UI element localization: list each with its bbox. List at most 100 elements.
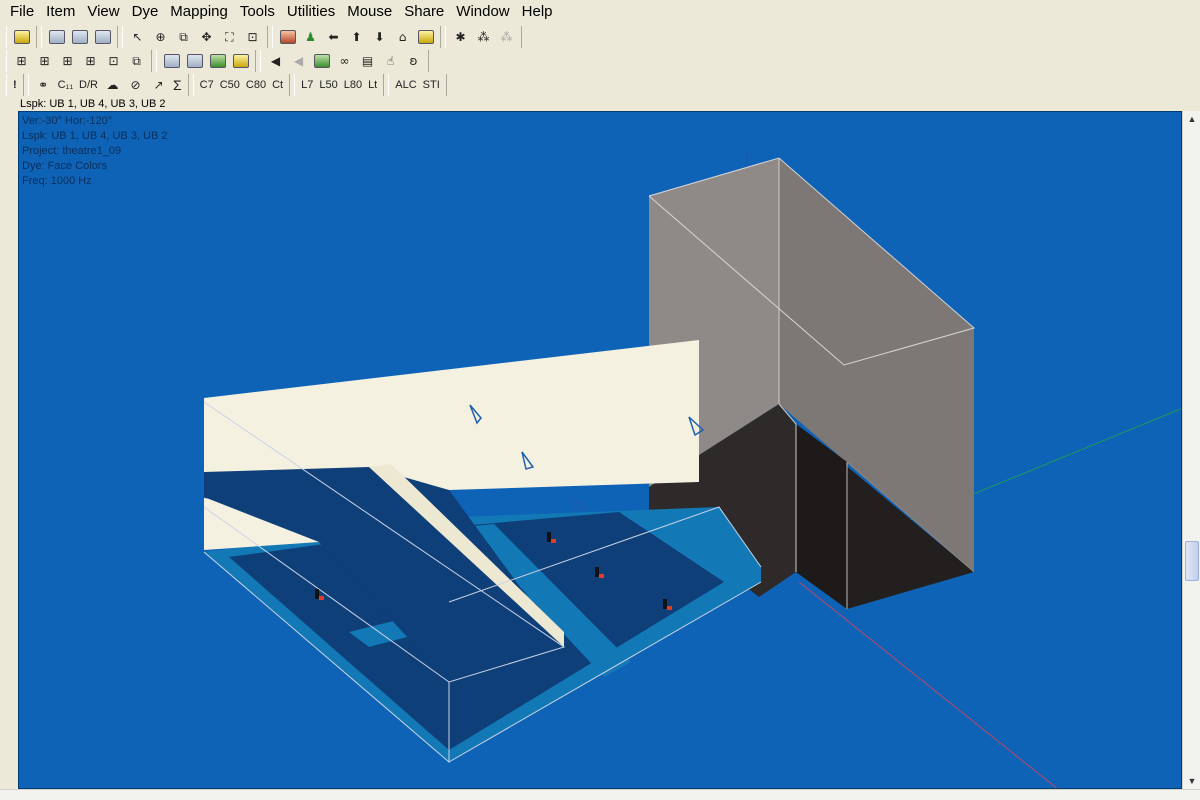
side-wall xyxy=(204,340,699,490)
menu-share[interactable]: Share xyxy=(398,0,450,24)
link-icon[interactable]: ∞ xyxy=(334,51,355,71)
toolbar-group-file xyxy=(6,26,37,48)
vertical-scrollbar[interactable]: ▲ ▼ xyxy=(1182,111,1200,789)
model-canvas[interactable] xyxy=(19,112,1182,789)
toolbar-group-navigate: ↖ ⊕ ⧉ ✥ ⛶ ⊡ xyxy=(122,26,268,48)
menu-utilities[interactable]: Utilities xyxy=(281,0,341,24)
toolbar-group-views: ⊞ ⊞ ⊞ ⊞ ⊡ ⧉ xyxy=(6,50,152,72)
scroll-down-icon[interactable]: ▼ xyxy=(1184,773,1200,789)
menu-tools[interactable]: Tools xyxy=(234,0,281,24)
window-icon[interactable] xyxy=(46,27,67,47)
loudspeaker-list-text: Lspk: UB 1, UB 4, UB 3, UB 2 xyxy=(22,130,168,142)
listener-icon[interactable]: ♟ xyxy=(300,27,321,47)
dye-mode-text: Dye: Face Colors xyxy=(22,160,107,172)
view-iso-icon[interactable]: ⊡ xyxy=(103,51,124,71)
view-side-icon[interactable]: ⊞ xyxy=(57,51,78,71)
zoom-extents-icon[interactable]: ⛶ xyxy=(219,27,240,47)
c50-button[interactable]: C50 xyxy=(218,75,242,95)
c80-button[interactable]: C80 xyxy=(244,75,268,95)
rays-icon[interactable]: ✱ xyxy=(450,27,471,47)
pointer-icon[interactable]: ☝ xyxy=(380,51,401,71)
c7-button[interactable]: C7 xyxy=(198,75,216,95)
toolbar-group-level: L7 L50 L80 Lt xyxy=(294,74,385,96)
no-entry-icon[interactable]: ⊘ xyxy=(125,75,146,95)
arrow-down-icon[interactable]: ⬇ xyxy=(369,27,390,47)
viewport-info: Ver:-30° Hor:-120° Lspk: UB 1, UB 4, UB … xyxy=(22,114,168,189)
left-frame xyxy=(0,111,18,789)
l50-button[interactable]: L50 xyxy=(317,75,339,95)
toolbar-group-rays: ✱ ⁂ ⁂ xyxy=(445,26,522,48)
zoom-fit-icon[interactable]: ⊡ xyxy=(242,27,263,47)
ray-tree-icon[interactable]: ⁂ xyxy=(473,27,494,47)
loudspeaker-icon[interactable] xyxy=(277,27,298,47)
pan-icon[interactable]: ✥ xyxy=(196,27,217,47)
faces-icon[interactable] xyxy=(161,51,182,71)
orbit-icon[interactable]: ⊕ xyxy=(150,27,171,47)
x-axis-line xyxy=(798,581,1058,788)
view-top-icon[interactable]: ⊞ xyxy=(11,51,32,71)
alert-button[interactable]: ! xyxy=(11,75,19,95)
menu-mapping[interactable]: Mapping xyxy=(164,0,234,24)
window-caption: Lspk: UB 1, UB 4, UB 3, UB 2 xyxy=(0,97,1200,111)
3d-viewport[interactable]: Ver:-30° Hor:-120° Lspk: UB 1, UB 4, UB … xyxy=(18,111,1182,789)
toolbar-group-alert: ! xyxy=(6,74,24,96)
menu-file[interactable]: File xyxy=(4,0,40,24)
graph-icon[interactable]: ↗ xyxy=(148,75,169,95)
menu-help[interactable]: Help xyxy=(516,0,559,24)
l80-button[interactable]: L80 xyxy=(342,75,364,95)
project-name-text: Project: theatre1_09 xyxy=(22,145,122,157)
toolbar-group-objects: ♟ ⬅ ⬆ ⬇ ⌂ xyxy=(272,26,441,48)
house-icon[interactable]: ⌂ xyxy=(392,27,413,47)
c-cit-button[interactable]: C₁₁ xyxy=(56,75,75,95)
menu-view[interactable]: View xyxy=(81,0,125,24)
menu-bar: File Item View Dye Mapping Tools Utiliti… xyxy=(0,0,1200,24)
toolbar-group-speech: ALC STI xyxy=(388,74,447,96)
toolbar-row-3: ! ⚭ C₁₁ D/R ☁ ⊘ ↗ Σ C7 C50 C80 Ct L7 L50… xyxy=(0,73,1200,97)
toolbar-group-speakers: ◀ ◀ ∞ ▤ ☝ ʚ xyxy=(260,50,429,72)
scroll-up-icon[interactable]: ▲ xyxy=(1184,111,1200,127)
window-cascade-icon[interactable] xyxy=(69,27,90,47)
edit-icon[interactable] xyxy=(230,51,251,71)
loudspeaker-ub3-icon[interactable] xyxy=(574,498,588,511)
sigma-button[interactable]: Σ xyxy=(171,75,184,95)
link-chain-icon[interactable]: ⚭ xyxy=(33,75,54,95)
zoom-window-icon[interactable]: ⧉ xyxy=(173,27,194,47)
arrow-up-icon[interactable]: ⬆ xyxy=(346,27,367,47)
lt-button[interactable]: Lt xyxy=(366,75,379,95)
surface-icon[interactable] xyxy=(311,51,332,71)
speaker-off-icon[interactable]: ◀ xyxy=(288,51,309,71)
menu-item[interactable]: Item xyxy=(40,0,81,24)
view-3d-icon[interactable]: ⊞ xyxy=(80,51,101,71)
l7-button[interactable]: L7 xyxy=(299,75,315,95)
toolbar-group-display xyxy=(156,50,256,72)
d-r-button[interactable]: D/R xyxy=(77,75,100,95)
wireframe-icon[interactable] xyxy=(184,51,205,71)
view-perspective-icon[interactable]: ⧉ xyxy=(126,51,147,71)
audience-icon[interactable] xyxy=(207,51,228,71)
toolbar-group-measure: ⚭ C₁₁ D/R ☁ ⊘ ↗ Σ xyxy=(27,74,189,96)
sti-button[interactable]: STI xyxy=(421,75,442,95)
view-angle-text: Ver:-30° Hor:-120° xyxy=(22,115,113,127)
table-icon[interactable]: ▤ xyxy=(357,51,378,71)
toolbar-row-2: ⊞ ⊞ ⊞ ⊞ ⊡ ⧉ ◀ ◀ ∞ ▤ ☝ ʚ xyxy=(0,49,1200,73)
toolbar-group-window xyxy=(41,26,118,48)
select-arrow-icon[interactable]: ↖ xyxy=(127,27,148,47)
menu-dye[interactable]: Dye xyxy=(126,0,165,24)
window-tile-icon[interactable] xyxy=(92,27,113,47)
shape-icon[interactable]: ☁ xyxy=(102,75,123,95)
menu-window[interactable]: Window xyxy=(450,0,515,24)
menu-mouse[interactable]: Mouse xyxy=(341,0,398,24)
ct-button[interactable]: Ct xyxy=(270,75,285,95)
view-front-icon[interactable]: ⊞ xyxy=(34,51,55,71)
toolbar-group-clarity: C7 C50 C80 Ct xyxy=(192,74,291,96)
speaker-on-icon[interactable]: ◀ xyxy=(265,51,286,71)
open-project-icon[interactable] xyxy=(11,27,32,47)
scroll-thumb[interactable] xyxy=(1185,541,1199,581)
ray-disabled-icon[interactable]: ⁂ xyxy=(496,27,517,47)
horizontal-scrollbar[interactable] xyxy=(0,789,1200,800)
ear-icon[interactable]: ʚ xyxy=(403,51,424,71)
arrow-left-icon[interactable]: ⬅ xyxy=(323,27,344,47)
render-icon[interactable] xyxy=(415,27,436,47)
alc-button[interactable]: ALC xyxy=(393,75,418,95)
toolbar-row-1: ↖ ⊕ ⧉ ✥ ⛶ ⊡ ♟ ⬅ ⬆ ⬇ ⌂ ✱ ⁂ ⁂ xyxy=(0,25,1200,49)
